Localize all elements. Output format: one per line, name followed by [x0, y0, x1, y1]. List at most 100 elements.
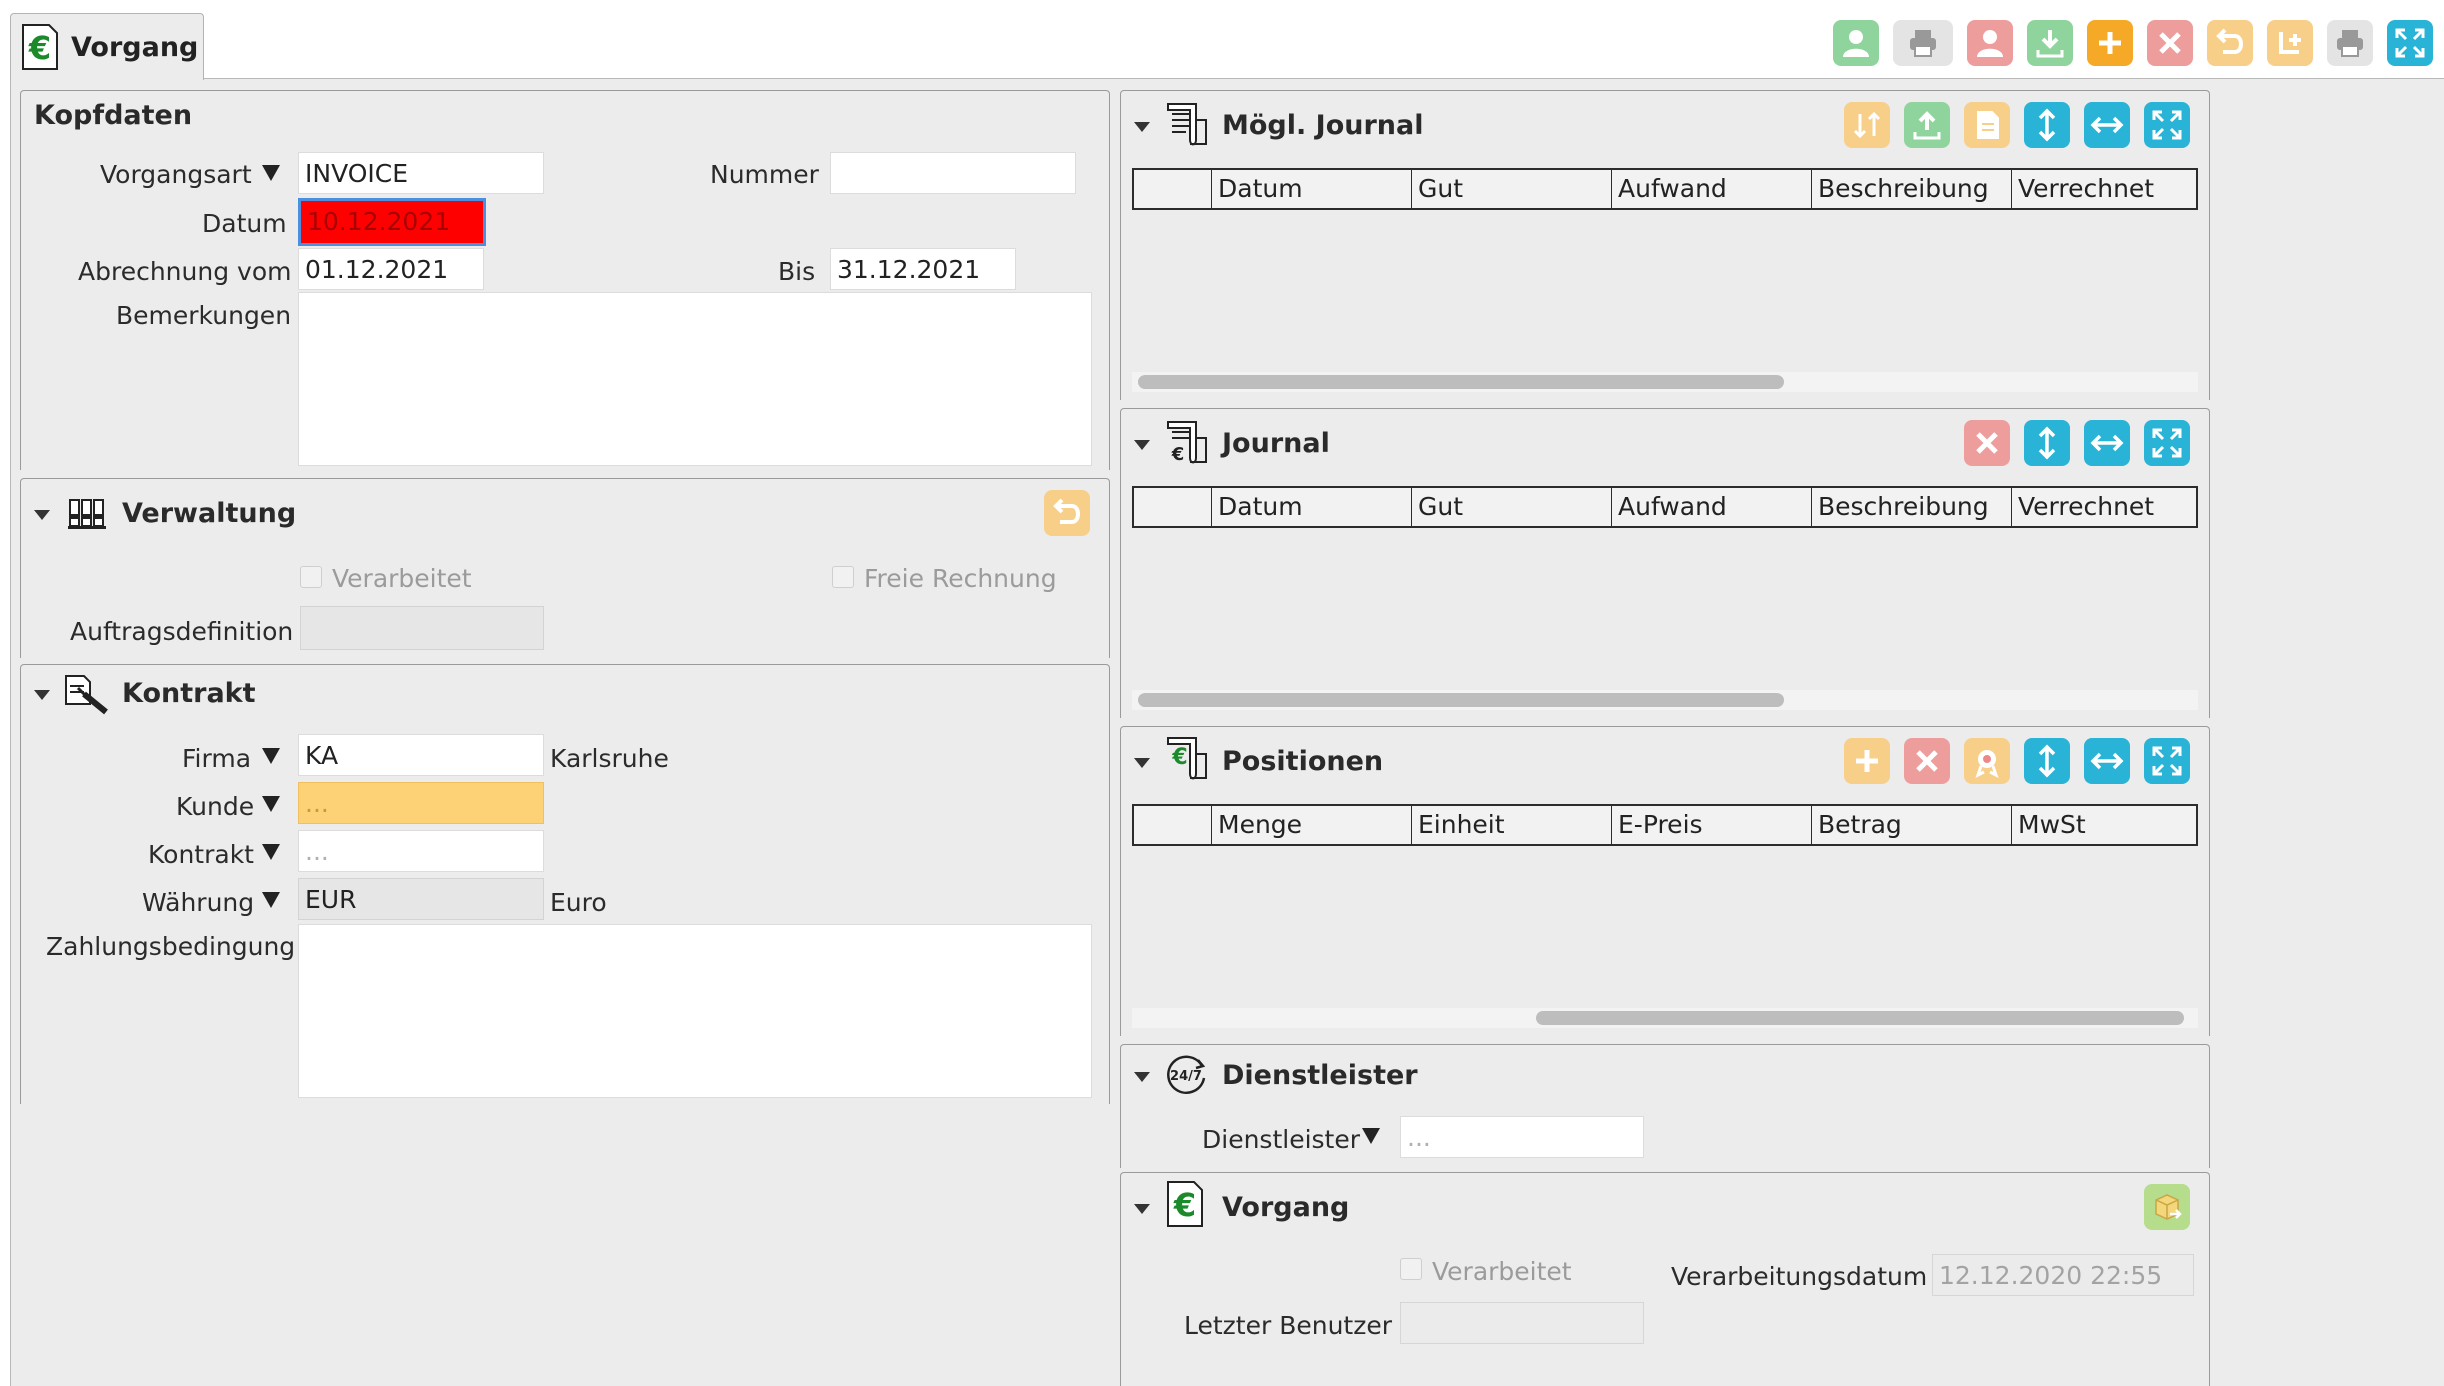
- bis-field[interactable]: 31.12.2021: [830, 248, 1016, 290]
- column-header[interactable]: Menge: [1212, 806, 1412, 844]
- verwaltung-undo-button[interactable]: [1044, 490, 1090, 536]
- moegl-journal-scrollbar[interactable]: [1132, 372, 2198, 392]
- download-button[interactable]: [2027, 20, 2073, 66]
- scrollbar-thumb[interactable]: [1138, 693, 1784, 707]
- delete-button[interactable]: [1964, 420, 2010, 466]
- user-remove-icon: [1977, 30, 2003, 57]
- badge-icon: [1975, 750, 1999, 778]
- kontrakt-dropdown-icon[interactable]: [262, 844, 280, 860]
- delete-icon: [2159, 32, 2181, 54]
- upload-button[interactable]: [1904, 102, 1950, 148]
- column-header[interactable]: Betrag: [1812, 806, 2012, 844]
- moegl-journal-collapse-toggle[interactable]: [1134, 122, 1150, 132]
- sort-icon: [1853, 111, 1881, 139]
- firma-field[interactable]: KA: [298, 734, 544, 776]
- waehrung-field[interactable]: EUR: [298, 878, 544, 920]
- delete-button[interactable]: [1904, 738, 1950, 784]
- dienstleister-collapse-toggle[interactable]: [1134, 1072, 1150, 1082]
- scrollbar-thumb[interactable]: [1138, 375, 1784, 389]
- positionen-collapse-toggle[interactable]: [1134, 758, 1150, 768]
- user-remove-button[interactable]: [1967, 20, 2013, 66]
- vorgangsart-dropdown-icon[interactable]: [262, 165, 280, 181]
- bemerkungen-textarea[interactable]: [298, 292, 1092, 466]
- fullscreen-button[interactable]: [2144, 420, 2190, 466]
- badge-button[interactable]: [1964, 738, 2010, 784]
- add-button[interactable]: [2087, 20, 2133, 66]
- column-header[interactable]: [1134, 170, 1212, 208]
- expand-horizontal-button[interactable]: [2084, 102, 2130, 148]
- vorgang-verarbeitet-checkbox[interactable]: [1400, 1258, 1422, 1280]
- journal-title: Journal: [1222, 428, 1330, 459]
- nummer-field[interactable]: [830, 152, 1076, 194]
- abrechnung-vom-field[interactable]: 01.12.2021: [298, 248, 484, 290]
- positionen-scrollbar[interactable]: [1132, 1008, 2198, 1028]
- column-header[interactable]: Beschreibung: [1812, 488, 2012, 526]
- undo-button[interactable]: [2207, 20, 2253, 66]
- column-header[interactable]: [1134, 488, 1212, 526]
- freie-rechnung-checkbox[interactable]: [832, 566, 854, 588]
- letzter-benutzer-field[interactable]: [1400, 1302, 1644, 1344]
- dienstleister-dropdown-icon[interactable]: [1362, 1128, 1380, 1144]
- auftragsdefinition-field[interactable]: [300, 606, 544, 650]
- kunde-dropdown-icon[interactable]: [262, 796, 280, 812]
- dienstleister-field[interactable]: ...: [1400, 1116, 1644, 1158]
- vorgang-collapse-toggle[interactable]: [1134, 1204, 1150, 1214]
- scrollbar-thumb[interactable]: [1536, 1011, 2184, 1025]
- expand-vertical-button[interactable]: [2024, 102, 2070, 148]
- kunde-field[interactable]: ...: [298, 782, 544, 824]
- fullscreen-button[interactable]: [2387, 20, 2433, 66]
- column-header[interactable]: Aufwand: [1612, 170, 1812, 208]
- print-button[interactable]: [2327, 20, 2373, 66]
- user-add-button[interactable]: [1833, 20, 1879, 66]
- package-button[interactable]: [2144, 1184, 2190, 1230]
- kontrakt-title: Kontrakt: [122, 678, 256, 709]
- print-menu-button[interactable]: [1893, 20, 1953, 66]
- add-button[interactable]: [1844, 738, 1890, 784]
- column-header[interactable]: Datum: [1212, 170, 1412, 208]
- column-header[interactable]: MwSt: [2012, 806, 2196, 844]
- fullscreen-button[interactable]: [2144, 102, 2190, 148]
- column-header[interactable]: Verrechnet: [2012, 488, 2196, 526]
- kontrakt-field[interactable]: ...: [298, 830, 544, 872]
- svg-text:€: €: [1171, 444, 1185, 465]
- expand-horizontal-button[interactable]: [2084, 738, 2130, 784]
- user-add-icon: [1843, 30, 1869, 57]
- verarbeitet-checkbox[interactable]: [300, 566, 322, 588]
- expand-vertical-button[interactable]: [2024, 738, 2070, 784]
- expand-vertical-button[interactable]: [2024, 420, 2070, 466]
- tab-vorgang[interactable]: € Vorgang: [10, 13, 204, 80]
- column-header[interactable]: Einheit: [1412, 806, 1612, 844]
- verwaltung-title: Verwaltung: [122, 498, 297, 529]
- sort-button[interactable]: [1844, 102, 1890, 148]
- vorgangsart-field[interactable]: INVOICE: [298, 152, 544, 194]
- datum-field[interactable]: 10.12.2021: [298, 198, 486, 246]
- column-header[interactable]: Datum: [1212, 488, 1412, 526]
- column-header[interactable]: [1134, 806, 1212, 844]
- delete-button[interactable]: [2147, 20, 2193, 66]
- zahlungsbedingung-textarea[interactable]: [298, 924, 1092, 1098]
- kontrakt-collapse-toggle[interactable]: [34, 690, 50, 700]
- dienstleister-title: Dienstleister: [1222, 1060, 1418, 1091]
- journal-scrollbar[interactable]: [1132, 690, 2198, 710]
- add-child-button[interactable]: [2267, 20, 2313, 66]
- column-header[interactable]: E-Preis: [1612, 806, 1812, 844]
- firma-dropdown-icon[interactable]: [262, 748, 280, 764]
- verarbeitungsdatum-field[interactable]: 12.12.2020 22:55: [1932, 1254, 2194, 1296]
- document-button[interactable]: [1964, 102, 2010, 148]
- column-header[interactable]: Gut: [1412, 170, 1612, 208]
- euro-document-icon: €: [22, 24, 58, 70]
- moegl-journal-grid-header: Datum Gut Aufwand Beschreibung Verrechne…: [1132, 168, 2198, 210]
- fullscreen-button[interactable]: [2144, 738, 2190, 784]
- waehrung-dropdown-icon[interactable]: [262, 892, 280, 908]
- bemerkungen-label: Bemerkungen: [116, 301, 292, 330]
- svg-text:24/7: 24/7: [1170, 1069, 1202, 1084]
- column-header[interactable]: Gut: [1412, 488, 1612, 526]
- app-window: € Vorgang Kopfdaten Vorgangsart INVOICE …: [0, 0, 2444, 1386]
- column-header[interactable]: Verrechnet: [2012, 170, 2196, 208]
- column-header[interactable]: Beschreibung: [1812, 170, 2012, 208]
- verwaltung-collapse-toggle[interactable]: [34, 510, 50, 520]
- expand-horizontal-button[interactable]: [2084, 420, 2130, 466]
- expand-horizontal-icon: [2090, 116, 2124, 134]
- column-header[interactable]: Aufwand: [1612, 488, 1812, 526]
- journal-collapse-toggle[interactable]: [1134, 440, 1150, 450]
